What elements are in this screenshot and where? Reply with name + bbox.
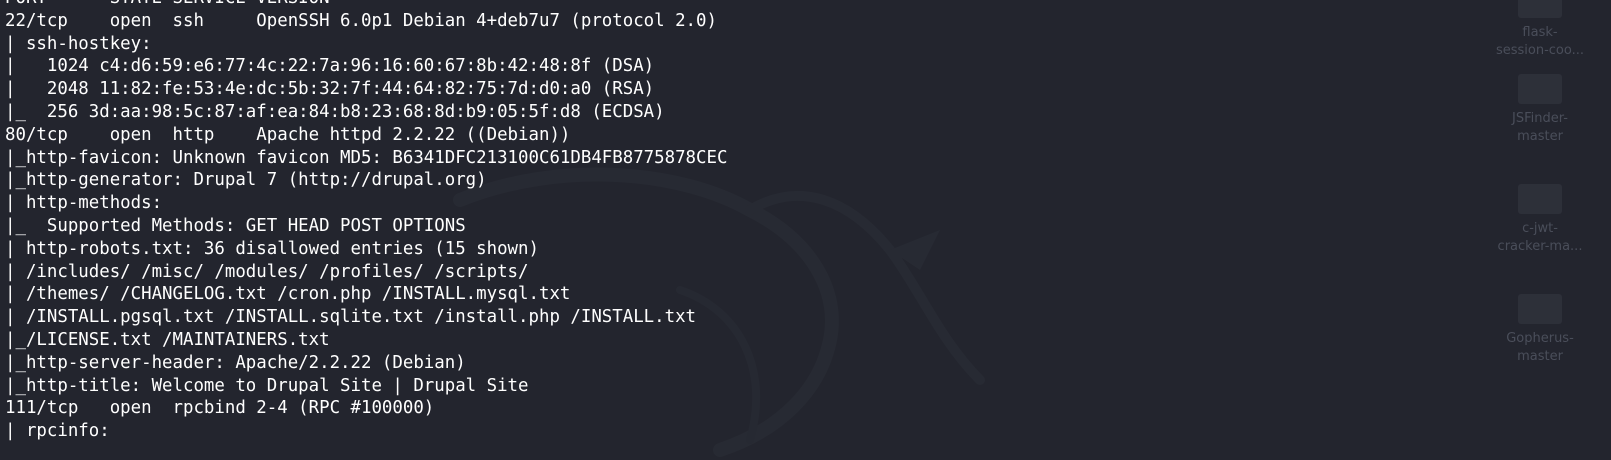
terminal-line: |_http-server-header: Apache/2.2.22 (Deb… [5, 352, 466, 373]
terminal-line: | /themes/ /CHANGELOG.txt /cron.php /INS… [5, 284, 581, 305]
terminal-line: 111/tcp open rpcbind 2-4 (RPC #100000) [5, 398, 435, 419]
terminal-line: |_http-title: Welcome to Drupal Site | D… [5, 375, 529, 396]
terminal-line: |_ 256 3d:aa:98:5c:87:af:ea:84:b8:23:68:… [5, 101, 665, 122]
terminal-line: PORT STATE SERVICE VERSION [0, 0, 1611, 10]
terminal-line: 80/tcp open http Apache httpd 2.2.22 ((D… [5, 124, 571, 145]
terminal-line: | /includes/ /misc/ /modules/ /profiles/… [5, 261, 539, 282]
terminal-line: | http-methods: [5, 193, 173, 214]
terminal-line: |_ Supported Methods: GET HEAD POST OPTI… [5, 215, 466, 236]
terminal-line: | http-robots.txt: 36 disallowed entries… [5, 238, 539, 259]
terminal-line: |_http-generator: Drupal 7 (http://drupa… [5, 170, 487, 191]
terminal-line: | 2048 11:82:fe:53:4e:dc:5b:32:7f:44:64:… [5, 79, 655, 100]
terminal-line: 22/tcp open ssh OpenSSH 6.0p1 Debian 4+d… [5, 10, 717, 31]
terminal-line: | rpcinfo: [5, 421, 121, 442]
terminal-line: | /INSTALL.pgsql.txt /INSTALL.sqlite.txt… [5, 307, 707, 328]
terminal-line: |_/LICENSE.txt /MAINTAINERS.txt [5, 329, 330, 350]
terminal-line: |_http-favicon: Unknown favicon MD5: B63… [5, 147, 728, 168]
terminal-line: | 1024 c4:d6:59:e6:77:4c:22:7a:96:16:60:… [5, 56, 655, 77]
terminal-output[interactable]: PORT STATE SERVICE VERSION 22/tcp open s… [0, 0, 1611, 457]
terminal-line: | ssh-hostkey: [5, 33, 163, 54]
